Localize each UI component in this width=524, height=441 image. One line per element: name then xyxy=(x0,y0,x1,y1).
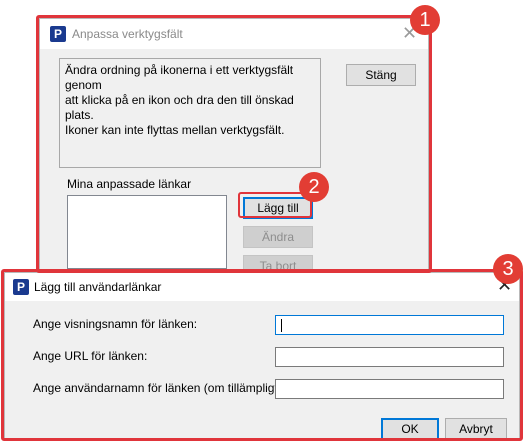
highlight-box-3 xyxy=(1,269,523,441)
highlight-box-2 xyxy=(238,192,312,218)
step-badge-1: 1 xyxy=(410,5,440,35)
step-badge-3: 3 xyxy=(493,254,523,284)
step-badge-2: 2 xyxy=(299,172,329,202)
highlight-box-1 xyxy=(36,15,432,273)
